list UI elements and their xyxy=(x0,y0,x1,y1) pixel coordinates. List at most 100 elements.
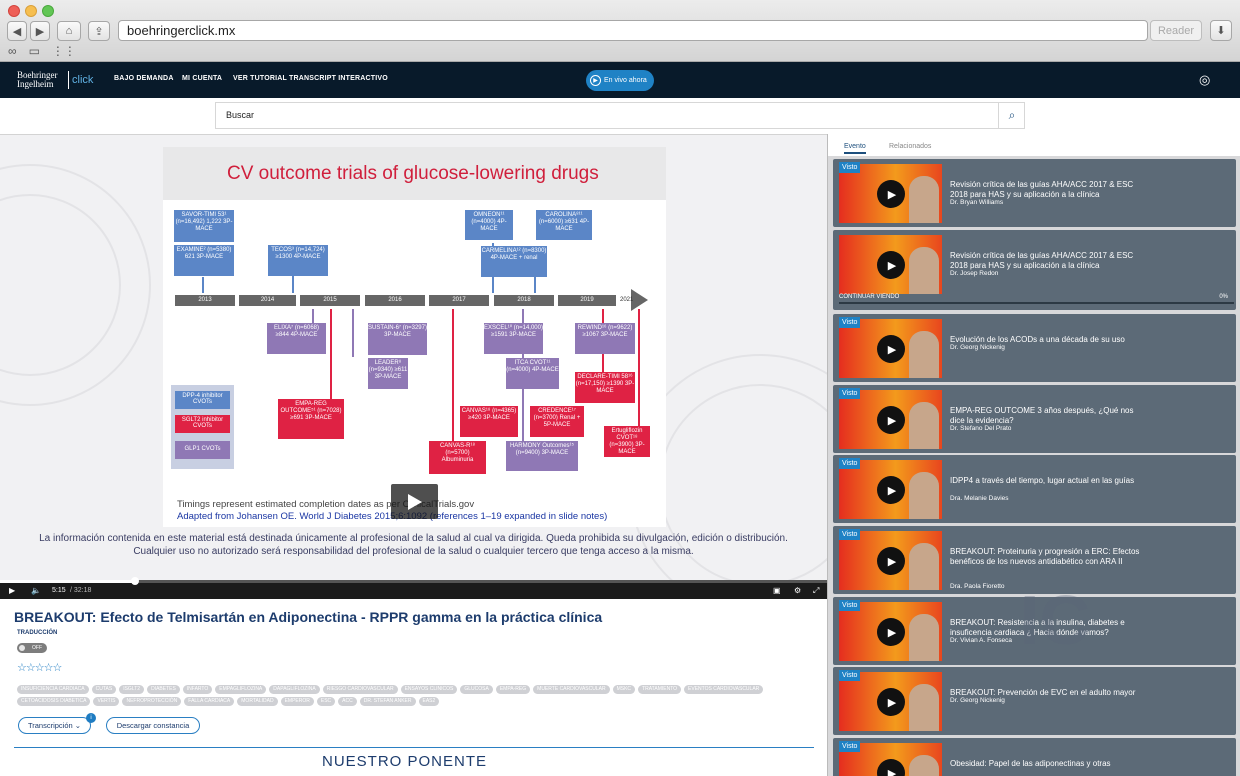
share-icon[interactable]: ⇪ xyxy=(88,21,110,41)
video-card[interactable]: ▶ Visto Evolución de los ACODs a una décad… xyxy=(833,314,1236,382)
nav-mi-cuenta[interactable]: MI CUENTA xyxy=(182,75,222,82)
tab-evento[interactable]: Evento xyxy=(844,143,866,154)
tag-chip[interactable]: DR. STEFAN ANKER xyxy=(359,697,416,706)
card-title[interactable]: Revisión crítica de las guías AHA/ACC 20… xyxy=(950,251,1140,270)
window-close-button[interactable] xyxy=(8,5,20,17)
current-time: 5:15 xyxy=(52,587,66,594)
window-maximize-button[interactable] xyxy=(42,5,54,17)
tag-chip[interactable]: INSUFICIENCIA CARDIACA xyxy=(17,685,89,694)
address-bar[interactable]: boehringerclick.mx xyxy=(118,20,1148,41)
live-now-button[interactable]: ▶ En vivo ahora xyxy=(586,70,654,91)
tag-chip[interactable]: EMPA-REG xyxy=(495,685,531,694)
translation-toggle[interactable]: OFF xyxy=(17,643,47,653)
user-account-icon[interactable]: ◎ xyxy=(1199,72,1210,88)
reader-button[interactable]: Reader xyxy=(1150,20,1202,41)
reading-list-icon[interactable]: ∞ xyxy=(8,44,17,58)
play-icon[interactable]: ▶ xyxy=(877,406,905,434)
tag-chip[interactable]: ESC xyxy=(316,697,336,706)
forward-button[interactable]: ▶ xyxy=(30,21,50,41)
window-minimize-button[interactable] xyxy=(25,5,37,17)
fullscreen-icon[interactable]: ⤢ xyxy=(813,586,819,596)
nav-bajo-demanda[interactable]: BAJO DEMANDA xyxy=(114,75,174,82)
tag-chip[interactable]: FALLA CARDIACA xyxy=(184,697,235,706)
video-card[interactable]: ▶ Visto EMPA-REG OUTCOME 3 años después, ¿… xyxy=(833,385,1236,453)
play-icon[interactable]: ▶ xyxy=(877,547,905,575)
progress-handle[interactable] xyxy=(130,577,139,585)
tag-chip[interactable]: CETOACIDOSIS DIABETICA xyxy=(17,697,91,706)
divider xyxy=(14,747,814,748)
card-author: Dr. Georg Nickenig xyxy=(950,697,1005,704)
top-sites-icon[interactable]: ⋮⋮ xyxy=(52,44,76,58)
video-card[interactable]: ▶ Visto BREAKOUT: Prevención de EVC en el … xyxy=(833,667,1236,735)
nav-tutorial-transcript[interactable]: VER TUTORIAL TRANSCRIPT INTERACTIVO xyxy=(233,75,388,82)
downloads-icon[interactable]: ⬇ xyxy=(1210,20,1232,41)
play-icon[interactable]: ▶ xyxy=(877,335,905,363)
tag-chip[interactable]: EMPEROR xyxy=(280,697,314,706)
play-icon xyxy=(407,493,422,510)
rating-stars[interactable]: ☆☆☆☆☆ xyxy=(17,661,62,674)
play-icon[interactable]: ▶ xyxy=(9,586,15,595)
trial-box-rewind: REWIND¹⁶ (n=9622) ≥1067 3P-MACE xyxy=(575,323,635,354)
site-header: Boehringer Ingelheim click BAJO DEMANDA … xyxy=(0,62,1240,98)
home-icon[interactable]: ⌂ xyxy=(57,21,81,41)
video-card[interactable]: ▶ Revisión crítica de las guías AHA/ACC 2… xyxy=(833,230,1236,310)
video-player[interactable]: CV outcome trials of glucose-lowering dr… xyxy=(0,134,827,599)
tag-chip[interactable]: ENSAYOS CLINICOS xyxy=(400,685,458,694)
bookmarks-icon[interactable]: ▭ xyxy=(29,44,40,58)
card-title[interactable]: BREAKOUT: Proteinuria y progresión a ERC… xyxy=(950,547,1140,566)
download-certificate-button[interactable]: Descargar constancia xyxy=(106,717,200,734)
logo-click: click xyxy=(68,71,93,89)
tag-chip[interactable]: GLUCOSA xyxy=(460,685,493,694)
video-title: BREAKOUT: Efecto de Telmisartán en Adipo… xyxy=(14,609,603,625)
card-title[interactable]: IDPP4 a través del tiempo, lugar actual … xyxy=(950,476,1140,486)
video-card[interactable]: ▶ Visto Obesidad: Papel de las adiponectin… xyxy=(833,738,1236,776)
transcript-button[interactable]: Transcripción ⌄ xyxy=(18,717,91,734)
tag-chip[interactable]: MORTALIDAD xyxy=(237,697,278,706)
tag-list: INSUFICIENCIA CARDIACA CUTAS ISGLT2 DIABETE… xyxy=(17,685,817,706)
trial-box-carmelina: CARMELINA¹² (n=8300) 4P-MACE + renal xyxy=(481,246,547,277)
tag-chip[interactable]: EAS2 xyxy=(418,697,440,706)
card-title[interactable]: Obesidad: Papel de las adiponectinas y o… xyxy=(950,759,1140,769)
search-icon[interactable]: ⌕ xyxy=(998,102,1025,129)
tag-chip[interactable]: MSKC xyxy=(612,685,636,694)
boehringer-logo[interactable]: Boehringer Ingelheim click xyxy=(17,71,93,89)
play-icon[interactable]: ▶ xyxy=(877,688,905,716)
play-icon[interactable]: ▶ xyxy=(877,759,905,776)
play-icon[interactable]: ▶ xyxy=(877,180,905,208)
tag-chip[interactable]: DAPAGLIFLOZINA xyxy=(269,685,320,694)
tag-chip[interactable]: DIABETES xyxy=(147,685,180,694)
volume-icon[interactable]: 🔈 xyxy=(31,586,41,595)
tag-chip[interactable]: NEFROPROTECCIÓN xyxy=(122,697,182,706)
card-author: Dr. Bryan Williams xyxy=(950,199,1004,206)
tag-chip[interactable]: INFARTO xyxy=(182,685,213,694)
trial-box-leader: LEADER⁸ (n=9340) ≥611 3P-MACE xyxy=(368,358,408,389)
play-icon[interactable]: ▶ xyxy=(877,251,905,279)
back-button[interactable]: ◀ xyxy=(7,21,27,41)
tag-chip[interactable]: EVENTOS CARDIOVASCULAR xyxy=(684,685,764,694)
play-icon[interactable]: ▶ xyxy=(877,618,905,646)
trial-box-declare: DECLARE-TIMI 58¹⁶ (n=17,150) ≥1390 3P-MA… xyxy=(575,372,635,403)
tab-relacionados[interactable]: Relacionados xyxy=(889,143,931,150)
progress-bar[interactable] xyxy=(0,577,827,585)
tag-chip[interactable]: ACC xyxy=(338,697,357,706)
card-title[interactable]: Revisión crítica de las guías AHA/ACC 20… xyxy=(950,180,1140,199)
settings-gear-icon[interactable]: ⚙ xyxy=(794,586,801,595)
video-card[interactable]: ▶ Visto IDPP4 a través del tiempo, lugar a… xyxy=(833,455,1236,523)
live-label: En vivo ahora xyxy=(604,77,647,84)
tag-chip[interactable]: TRATAMIENTO xyxy=(638,685,682,694)
video-card[interactable]: ▶ Visto Revisión crítica de las guías AHA/… xyxy=(833,159,1236,227)
tag-chip[interactable]: EMPAGLIFLOZINA xyxy=(215,685,267,694)
search-input[interactable]: Buscar xyxy=(215,102,1025,129)
play-icon[interactable]: ▶ xyxy=(877,476,905,504)
tag-chip[interactable]: RIESGO CARDIOVASCULAR xyxy=(322,685,398,694)
tag-chip[interactable]: CUTAS xyxy=(91,685,117,694)
video-thumbnail[interactable]: ▶ xyxy=(839,235,942,294)
tag-chip[interactable]: ISGLT2 xyxy=(119,685,145,694)
tag-chip[interactable]: VERTIS xyxy=(93,697,120,706)
legend-dpp4: DPP-4 inhibitor CVOTs xyxy=(175,391,230,409)
play-overlay-button[interactable] xyxy=(391,484,438,519)
tag-chip[interactable]: MUERTE CARDIOVASCULAR xyxy=(533,685,610,694)
watched-badge: Visto xyxy=(839,162,861,173)
card-title[interactable]: EMPA-REG OUTCOME 3 años después, ¿Qué no… xyxy=(950,406,1140,425)
captions-icon[interactable]: ▣ xyxy=(773,586,781,595)
